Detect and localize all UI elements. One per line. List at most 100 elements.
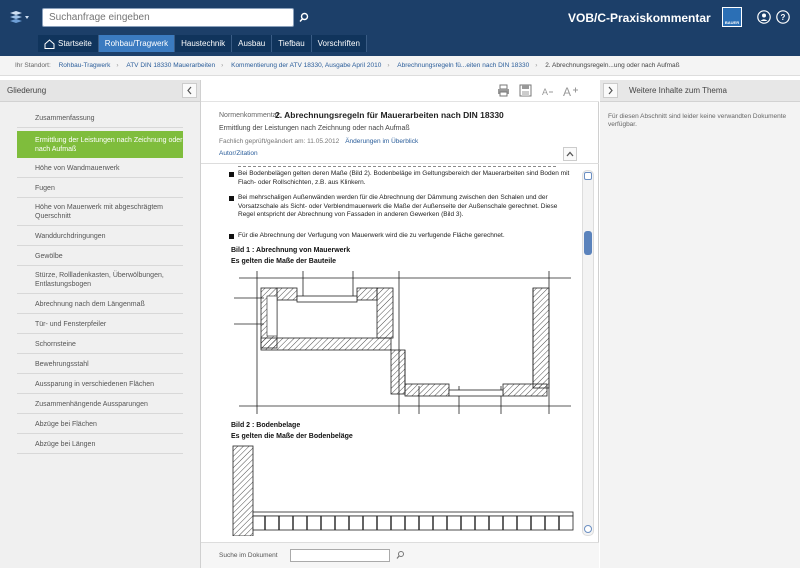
breadcrumb-link[interactable]: Kommentierung der ATV 18330, Ausgabe Apr…	[231, 62, 381, 69]
toc-label: Schornsteine	[35, 340, 76, 348]
help-icon[interactable]: ?	[776, 10, 790, 24]
review-date: Fachlich geprüft/geändert am: 11.05.2012	[219, 138, 340, 145]
chevron-left-icon	[187, 86, 192, 95]
toc-item[interactable]: Abrechnung nach dem Längenmaß	[17, 295, 183, 314]
print-icon[interactable]	[497, 84, 510, 97]
figure-1-subtitle: Es gelten die Maße der Bauteile	[231, 258, 337, 265]
nav-label: Vorschriften	[317, 39, 360, 48]
nav-label: Ausbau	[238, 39, 266, 48]
collapse-header-button[interactable]	[563, 147, 577, 161]
toc-label: Zusammenhängende Aussparungen	[35, 400, 148, 408]
main-nav: Startseite Rohbau/Tragwerk Haustechnik A…	[38, 35, 367, 52]
logo-text: BAUER	[724, 20, 740, 25]
nav-label: Rohbau/Tragwerk	[104, 39, 169, 48]
breadcrumb-current: 2. Abrechnungsregeln...ung oder nach Auf…	[545, 62, 680, 69]
breadcrumb-separator: ›	[116, 62, 119, 69]
save-icon[interactable]	[519, 84, 532, 97]
expand-right-button[interactable]	[603, 83, 618, 98]
toc-label: Fugen	[35, 184, 55, 192]
toc-item[interactable]: Aussparung in verschiedenen Flächen	[17, 375, 183, 394]
toc-item[interactable]: Fugen	[17, 179, 183, 198]
document-search-label: Suche im Dokument	[219, 552, 278, 559]
divider	[201, 163, 599, 164]
breadcrumb-link[interactable]: ATV DIN 18330 Mauerarbeiten	[126, 62, 215, 69]
toc-item[interactable]: Stürze, Rollladenkasten, Überwölbungen, …	[17, 267, 183, 294]
breadcrumb-link[interactable]: Rohbau-Tragwerk	[59, 62, 111, 69]
document-meta: Fachlich geprüft/geändert am: 11.05.2012…	[219, 138, 418, 145]
breadcrumb-link[interactable]: Abrechnungsregeln fü...eiten nach DIN 18…	[397, 62, 529, 69]
toc-label: Höhe von Wandmauerwerk	[35, 164, 120, 172]
figure-1-drawing	[234, 271, 571, 414]
toc-label: Bewehrungsstahl	[35, 360, 89, 368]
scroll-top-button[interactable]	[584, 172, 592, 180]
toc-item[interactable]: Abzüge bei Flächen	[17, 415, 183, 434]
right-panel-title: Weitere Inhalte zum Thema	[629, 86, 727, 95]
changes-link[interactable]: Änderungen im Überblick	[345, 138, 418, 145]
publisher-logo: BAUER	[722, 7, 742, 27]
svg-text:?: ?	[781, 13, 786, 22]
search-icon[interactable]	[395, 550, 405, 560]
chevron-up-icon	[566, 151, 574, 157]
breadcrumb-label: Ihr Standort:	[15, 62, 51, 69]
author-citation-link[interactable]: Autor/Zitation	[219, 150, 258, 157]
nav-tiefbau[interactable]: Tiefbau	[272, 35, 312, 52]
doc-bullet: Bei Bodenbelägen gelten deren Maße (Bild…	[229, 170, 575, 187]
toc-label: Stürze, Rollladenkasten, Überwölbungen, …	[35, 272, 164, 288]
toc-item[interactable]: Wanddurchdringungen	[17, 227, 183, 246]
search-input[interactable]	[42, 8, 294, 27]
nav-haustechnik[interactable]: Haustechnik	[175, 35, 233, 52]
nav-home[interactable]: Startseite	[38, 35, 99, 52]
toc-item[interactable]: Bewehrungsstahl	[17, 355, 183, 374]
toc-item[interactable]: Zusammenfassung	[17, 110, 183, 128]
document-type-label: Normenkommentar:	[219, 112, 281, 119]
nav-label: Haustechnik	[181, 39, 226, 48]
toc-label: Tür- und Fensterpfeiler	[35, 320, 107, 328]
left-panel: Gliederung Zusammenfassung Ermittlung de…	[0, 80, 201, 568]
breadcrumb-separator: ›	[535, 62, 538, 69]
toc-label: Zusammenfassung	[35, 115, 95, 122]
document-scrollbar[interactable]	[582, 170, 594, 536]
svg-text:A: A	[542, 87, 548, 97]
toc-item[interactable]: Gewölbe	[17, 247, 183, 266]
chevron-right-icon	[608, 86, 613, 95]
toc-item[interactable]: Tür- und Fensterpfeiler	[17, 315, 183, 334]
toc-item-active[interactable]: Ermittlung der Leistungen nach Zeichnung…	[17, 131, 183, 158]
toc-item[interactable]: Abzüge bei Längen	[17, 435, 183, 454]
toc-item[interactable]: Zusammenhängende Aussparungen	[17, 395, 183, 414]
toc-item[interactable]: Schornsteine	[17, 335, 183, 354]
breadcrumb: Ihr Standort: Rohbau-Tragwerk › ATV DIN 1…	[0, 56, 800, 76]
collapse-left-button[interactable]	[182, 83, 197, 98]
breadcrumb-separator: ›	[387, 62, 390, 69]
layers-menu-icon[interactable]	[8, 10, 30, 26]
nav-rohbau[interactable]: Rohbau/Tragwerk	[98, 35, 176, 52]
document-title: 2. Abrechnungsregeln für Mauerarbeiten n…	[275, 110, 504, 120]
figure-1-title: Bild 1 : Abrechnung von Mauerwerk	[231, 247, 351, 254]
nav-ausbau[interactable]: Ausbau	[232, 35, 273, 52]
document-search-bar: Suche im Dokument	[201, 542, 599, 568]
document-viewer: Bei Bodenbelägen gelten deren Maße (Bild…	[219, 166, 581, 536]
toc-label: Abzüge bei Flächen	[35, 420, 97, 428]
toc-label: Höhe von Mauerwerk mit abgeschrägtem Que…	[35, 204, 164, 220]
scroll-down-button[interactable]	[584, 525, 592, 533]
font-increase-icon[interactable]: A	[563, 84, 579, 97]
toc-item[interactable]: Höhe von Mauerwerk mit abgeschrägtem Que…	[17, 199, 183, 226]
clipped-text-line	[238, 166, 558, 167]
left-panel-title: Gliederung	[7, 86, 47, 95]
nav-label: Startseite	[58, 39, 92, 48]
nav-vorschriften[interactable]: Vorschriften	[311, 35, 367, 52]
document-search-input[interactable]	[290, 549, 390, 562]
search-icon[interactable]	[296, 10, 312, 26]
toc-label: Abzüge bei Längen	[35, 440, 96, 448]
document-toolbar: A A	[201, 80, 599, 102]
top-bar: VOB/C-Praxiskommentar BAUER ? Startseite…	[0, 0, 800, 56]
breadcrumb-separator: ›	[221, 62, 224, 69]
main-content: A A Normenkommentar: 2. Abrechnungsregel…	[201, 80, 599, 568]
user-icon[interactable]	[757, 10, 771, 24]
scroll-thumb[interactable]	[584, 231, 592, 255]
figure-2-title: Bild 2 : Bodenbelage	[231, 422, 301, 429]
left-panel-header: Gliederung	[0, 80, 200, 102]
figure-2-subtitle: Es gelten die Maße der Bodenbeläge	[231, 433, 353, 440]
toc-label: Gewölbe	[35, 252, 63, 260]
toc-item[interactable]: Höhe von Wandmauerwerk	[17, 159, 183, 178]
font-decrease-icon[interactable]: A	[541, 84, 554, 97]
